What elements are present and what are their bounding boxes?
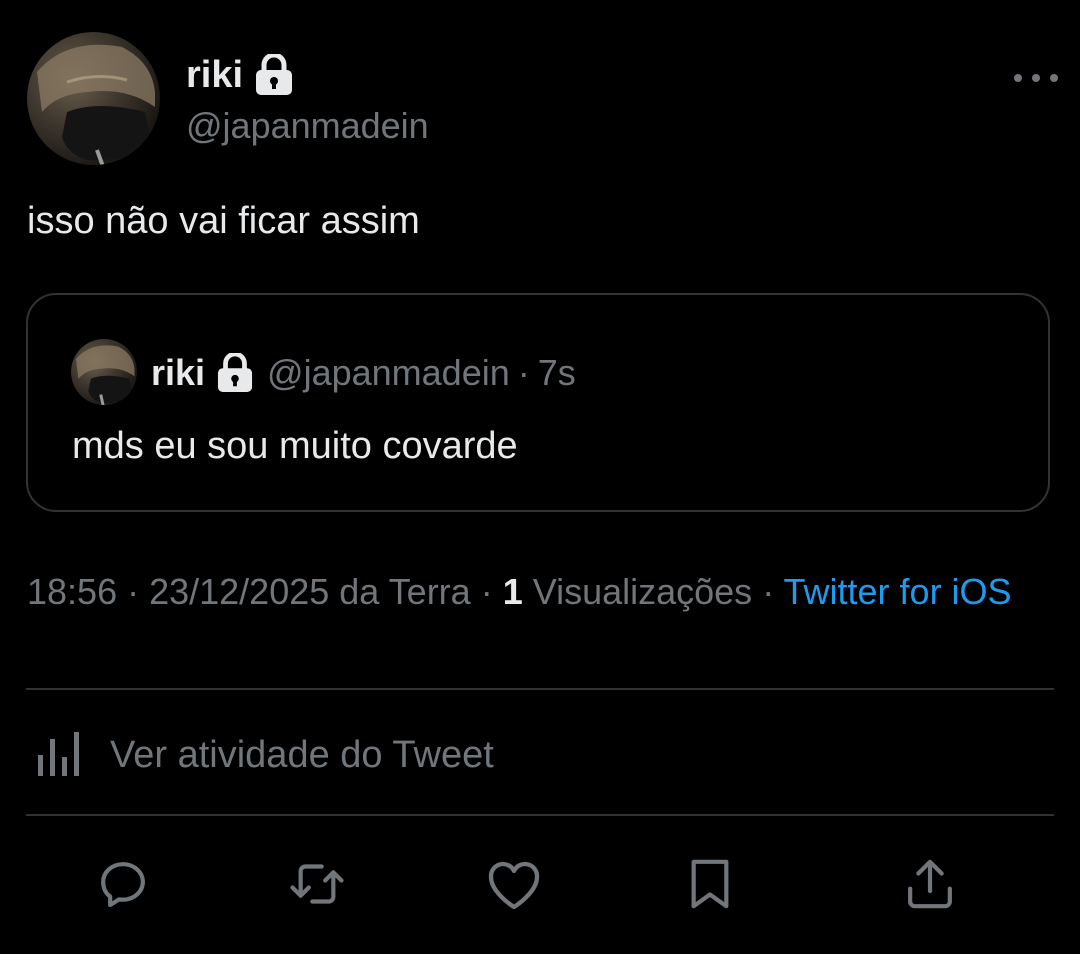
- retweet-icon: [286, 856, 348, 912]
- views-count: 1: [502, 571, 523, 612]
- analytics-icon: [36, 727, 84, 782]
- quoted-tweet-time: 7s: [537, 352, 576, 393]
- quoted-tweet-card[interactable]: [26, 293, 1050, 512]
- tweet-time[interactable]: 18:56: [27, 571, 117, 612]
- quoted-tweet-header: riki @japanmadein · 7s: [151, 350, 576, 396]
- share-icon: [902, 856, 958, 912]
- views-label: Visualizações: [522, 571, 753, 612]
- like-button[interactable]: [484, 854, 544, 914]
- tweet-activity-label: Ver atividade do Tweet: [110, 733, 494, 776]
- separator-dot: ·: [517, 352, 530, 393]
- separator-dot: ·: [752, 571, 784, 612]
- divider: [26, 814, 1054, 816]
- tweet-activity-button[interactable]: Ver atividade do Tweet: [36, 727, 494, 782]
- lock-icon: [255, 52, 293, 96]
- tweet-date[interactable]: 23/12/2025 da Terra: [149, 571, 471, 612]
- heart-icon: [485, 857, 543, 911]
- more-horizontal-icon[interactable]: [1014, 66, 1058, 90]
- reply-button[interactable]: [93, 854, 153, 914]
- reply-icon: [95, 856, 151, 912]
- quoted-author-avatar: [71, 339, 137, 405]
- separator-dot: ·: [117, 571, 150, 612]
- quoted-tweet-text: mds eu sou muito covarde: [72, 425, 518, 467]
- share-button[interactable]: [900, 854, 960, 914]
- author-handle[interactable]: @japanmadein: [186, 104, 429, 148]
- tweet-text: isso não vai ficar assim: [27, 200, 420, 242]
- lock-icon: [217, 351, 253, 393]
- tweet-meta: 18:56 · 23/12/2025 da Terra · 1 Visualiz…: [27, 569, 1027, 615]
- retweet-button[interactable]: [287, 854, 347, 914]
- quoted-author-name: riki: [151, 352, 206, 393]
- bookmark-icon: [685, 856, 735, 912]
- separator-dot: ·: [470, 571, 503, 612]
- divider: [26, 688, 1054, 690]
- author-avatar[interactable]: [27, 32, 160, 165]
- author-name-row[interactable]: riki: [186, 52, 293, 98]
- client-link[interactable]: Twitter for iOS: [784, 571, 1012, 612]
- author-display-name[interactable]: riki: [186, 52, 243, 98]
- bookmark-button[interactable]: [680, 854, 740, 914]
- quoted-author-handle: @japanmadein: [267, 352, 510, 393]
